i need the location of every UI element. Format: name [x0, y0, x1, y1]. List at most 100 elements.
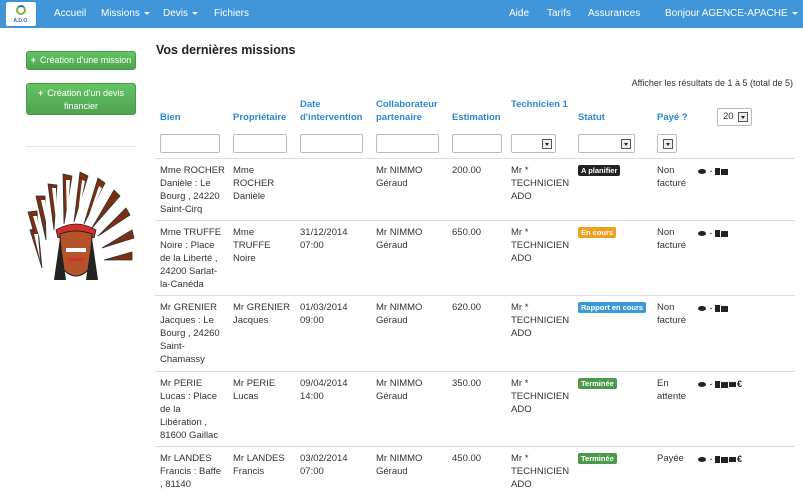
results-count: Afficher les résultats de 1 à 5 (total d…: [631, 78, 793, 88]
header-collaborateur[interactable]: Collaborateur partenaire: [376, 98, 446, 124]
header-technicien[interactable]: Technicien 1: [511, 98, 569, 111]
status-badge: En cours: [578, 227, 617, 238]
cell-bien: Mme ROCHER Danièle : Le Bourg , 24220 Sa…: [160, 165, 225, 215]
plus-icon: +: [37, 88, 44, 98]
cell-technicien: Mr * TECHNICIEN ADO: [511, 378, 570, 415]
cell-bien: Mr LANDES Francis : Baffe , 81140: [160, 453, 222, 490]
briefcase-icon[interactable]: [729, 382, 736, 388]
doc-icon[interactable]: [715, 305, 720, 313]
euro-icon[interactable]: €: [737, 454, 742, 464]
print-icon[interactable]: [721, 168, 728, 175]
nav-user-menu[interactable]: Bonjour AGENCE-APACHE: [665, 0, 798, 28]
cell-proprietaire: Mr GRENIER Jacques: [233, 302, 290, 326]
header-bien[interactable]: Bien: [160, 111, 181, 124]
filter-proprietaire-input[interactable]: [233, 134, 287, 153]
cell-technicien: Mr * TECHNICIEN ADO: [511, 302, 570, 339]
cell-estimation: 350.00: [452, 378, 482, 389]
nav-tarifs[interactable]: Tarifs: [547, 0, 571, 28]
chevron-down-icon: [192, 11, 199, 15]
cell-estimation: 650.00: [452, 227, 482, 238]
filter-paye-select[interactable]: [657, 134, 677, 153]
per-page-select[interactable]: 20: [717, 108, 752, 126]
create-mission-label: Création d'une mission: [40, 55, 132, 65]
top-navbar: A.D.O. Accueil Missions Devis Fichiers A…: [0, 0, 803, 28]
logo-mark-icon: [16, 5, 26, 15]
nav-missions-label: Missions: [101, 8, 140, 19]
cell-technicien: Mr * TECHNICIEN ADO: [511, 165, 570, 202]
nav-aide[interactable]: Aide: [509, 0, 529, 28]
status-badge: A planifier: [578, 165, 621, 176]
briefcase-icon[interactable]: [729, 457, 736, 463]
euro-icon[interactable]: €: [737, 379, 742, 389]
ado-logo[interactable]: A.D.O.: [6, 2, 36, 26]
cell-paye: Non facturé: [657, 165, 687, 189]
cell-bien: Mme TRUFFE Noire : Place de la Liberté ,…: [160, 227, 222, 290]
chevron-down-icon: [143, 11, 150, 15]
cell-paye: Non facturé: [657, 227, 687, 251]
nav-devis[interactable]: Devis: [163, 0, 199, 28]
row-actions: -: [698, 303, 729, 313]
row-actions: -: [698, 228, 729, 238]
cell-proprietaire: Mr LANDES Francis: [233, 453, 285, 477]
cell-proprietaire: Mme ROCHER Danièle: [233, 165, 275, 202]
row-actions: - €: [698, 379, 742, 389]
doc-icon[interactable]: [715, 168, 720, 176]
filter-bien-input[interactable]: [160, 134, 220, 153]
filter-date-input[interactable]: [300, 134, 363, 153]
create-mission-button[interactable]: + Création d'une mission: [26, 51, 136, 70]
nav-accueil[interactable]: Accueil: [54, 0, 86, 28]
print-icon[interactable]: [721, 230, 728, 237]
eye-icon[interactable]: [698, 306, 706, 312]
doc-icon[interactable]: [715, 456, 720, 464]
cell-date: 09/04/2014 14:00: [300, 378, 348, 402]
nav-assurances[interactable]: Assurances: [588, 0, 640, 28]
filter-estimation-input[interactable]: [452, 134, 502, 153]
cell-collaborateur: Mr NIMMO Géraud: [376, 165, 423, 189]
row-divider: [155, 371, 795, 372]
print-icon[interactable]: [721, 305, 728, 312]
eye-icon[interactable]: [698, 457, 706, 463]
print-icon[interactable]: [721, 381, 728, 388]
page-title: Vos dernières missions: [156, 43, 296, 57]
cell-collaborateur: Mr NIMMO Géraud: [376, 453, 423, 477]
filter-technicien-select[interactable]: [511, 134, 556, 153]
cell-paye: Non facturé: [657, 302, 687, 326]
cell-date: 31/12/2014 07:00: [300, 227, 348, 251]
cell-collaborateur: Mr NIMMO Géraud: [376, 227, 423, 251]
apache-chief-logo: [27, 171, 135, 280]
cell-technicien: Mr * TECHNICIEN ADO: [511, 227, 570, 264]
create-devis-button[interactable]: + Création d'un devis financier: [26, 83, 136, 115]
row-divider: [155, 220, 795, 221]
status-badge: Terminée: [578, 378, 617, 389]
user-greeting: Bonjour AGENCE-APACHE: [665, 8, 788, 19]
row-actions: -: [698, 166, 729, 176]
eye-icon[interactable]: [698, 382, 706, 388]
status-badge: Rapport en cours: [578, 302, 647, 313]
nav-missions[interactable]: Missions: [101, 0, 150, 28]
sidebar-divider: [26, 146, 136, 147]
header-estimation[interactable]: Estimation: [452, 111, 501, 124]
doc-icon[interactable]: [715, 230, 720, 238]
eye-icon[interactable]: [698, 231, 706, 237]
cell-estimation: 200.00: [452, 165, 482, 176]
header-proprietaire[interactable]: Propriétaire: [233, 111, 286, 124]
cell-date: 03/02/2014 07:00: [300, 453, 348, 477]
filter-statut-select[interactable]: [578, 134, 635, 153]
cell-collaborateur: Mr NIMMO Géraud: [376, 302, 423, 326]
cell-proprietaire: Mme TRUFFE Noire: [233, 227, 271, 264]
cell-estimation: 450.00: [452, 453, 482, 464]
header-paye[interactable]: Payé ?: [657, 111, 688, 124]
row-actions: - €: [698, 454, 742, 464]
header-date[interactable]: Date d'intervention: [300, 98, 368, 124]
row-divider: [155, 295, 795, 296]
print-icon[interactable]: [721, 456, 728, 463]
chevron-down-icon: [791, 11, 798, 15]
logo-text: A.D.O.: [13, 18, 29, 24]
doc-icon[interactable]: [715, 381, 720, 389]
nav-fichiers[interactable]: Fichiers: [214, 0, 249, 28]
cell-proprietaire: Mr PERIE Lucas: [233, 378, 276, 402]
eye-icon[interactable]: [698, 169, 706, 175]
nav-devis-label: Devis: [163, 8, 189, 19]
filter-collaborateur-input[interactable]: [376, 134, 439, 153]
header-statut[interactable]: Statut: [578, 111, 605, 124]
